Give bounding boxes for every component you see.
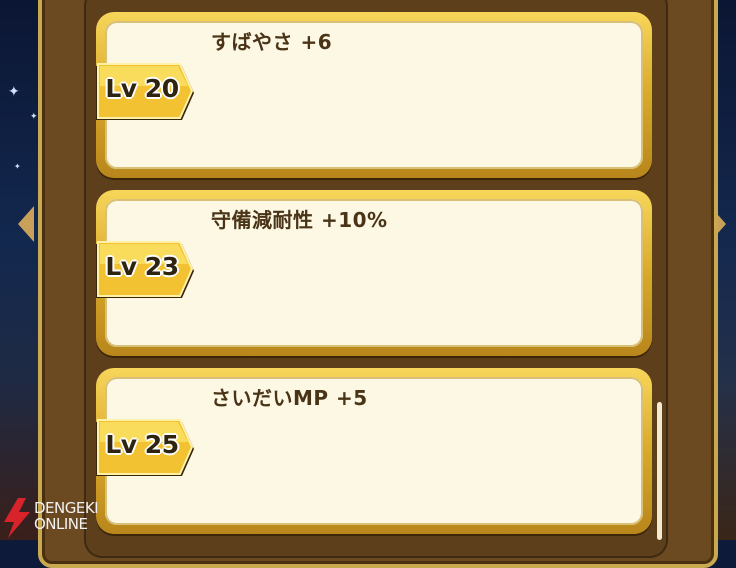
watermark-line1: DENGEKI (34, 499, 99, 517)
level-badge: Lv 23 (92, 240, 196, 302)
scrollbar[interactable] (657, 402, 662, 540)
level-label: Lv 25 (105, 430, 179, 459)
lightning-icon (4, 498, 30, 538)
skill-card[interactable]: 守備減耐性 +10% Lv 23 (96, 190, 652, 356)
skill-card[interactable]: すばやさ +6 Lv 20 (96, 12, 652, 178)
watermark-logo: DENGEKI ONLINE (0, 496, 130, 540)
skill-effect: すばやさ +6 (211, 30, 333, 54)
level-label: Lv 23 (105, 252, 179, 281)
star-icon: ✦ (30, 112, 38, 122)
star-icon: ✦ (8, 84, 20, 100)
star-icon: ✦ (14, 162, 21, 171)
skill-effect: さいだいMP +5 (211, 386, 368, 410)
level-badge: Lv 25 (92, 418, 196, 480)
skill-card[interactable]: さいだいMP +5 Lv 25 (96, 368, 652, 534)
skill-effect: 守備減耐性 +10% (211, 208, 388, 232)
watermark-line2: ONLINE (34, 515, 88, 533)
left-arrow-icon[interactable] (18, 206, 34, 242)
level-label: Lv 20 (105, 74, 179, 103)
level-badge: Lv 20 (92, 62, 196, 124)
